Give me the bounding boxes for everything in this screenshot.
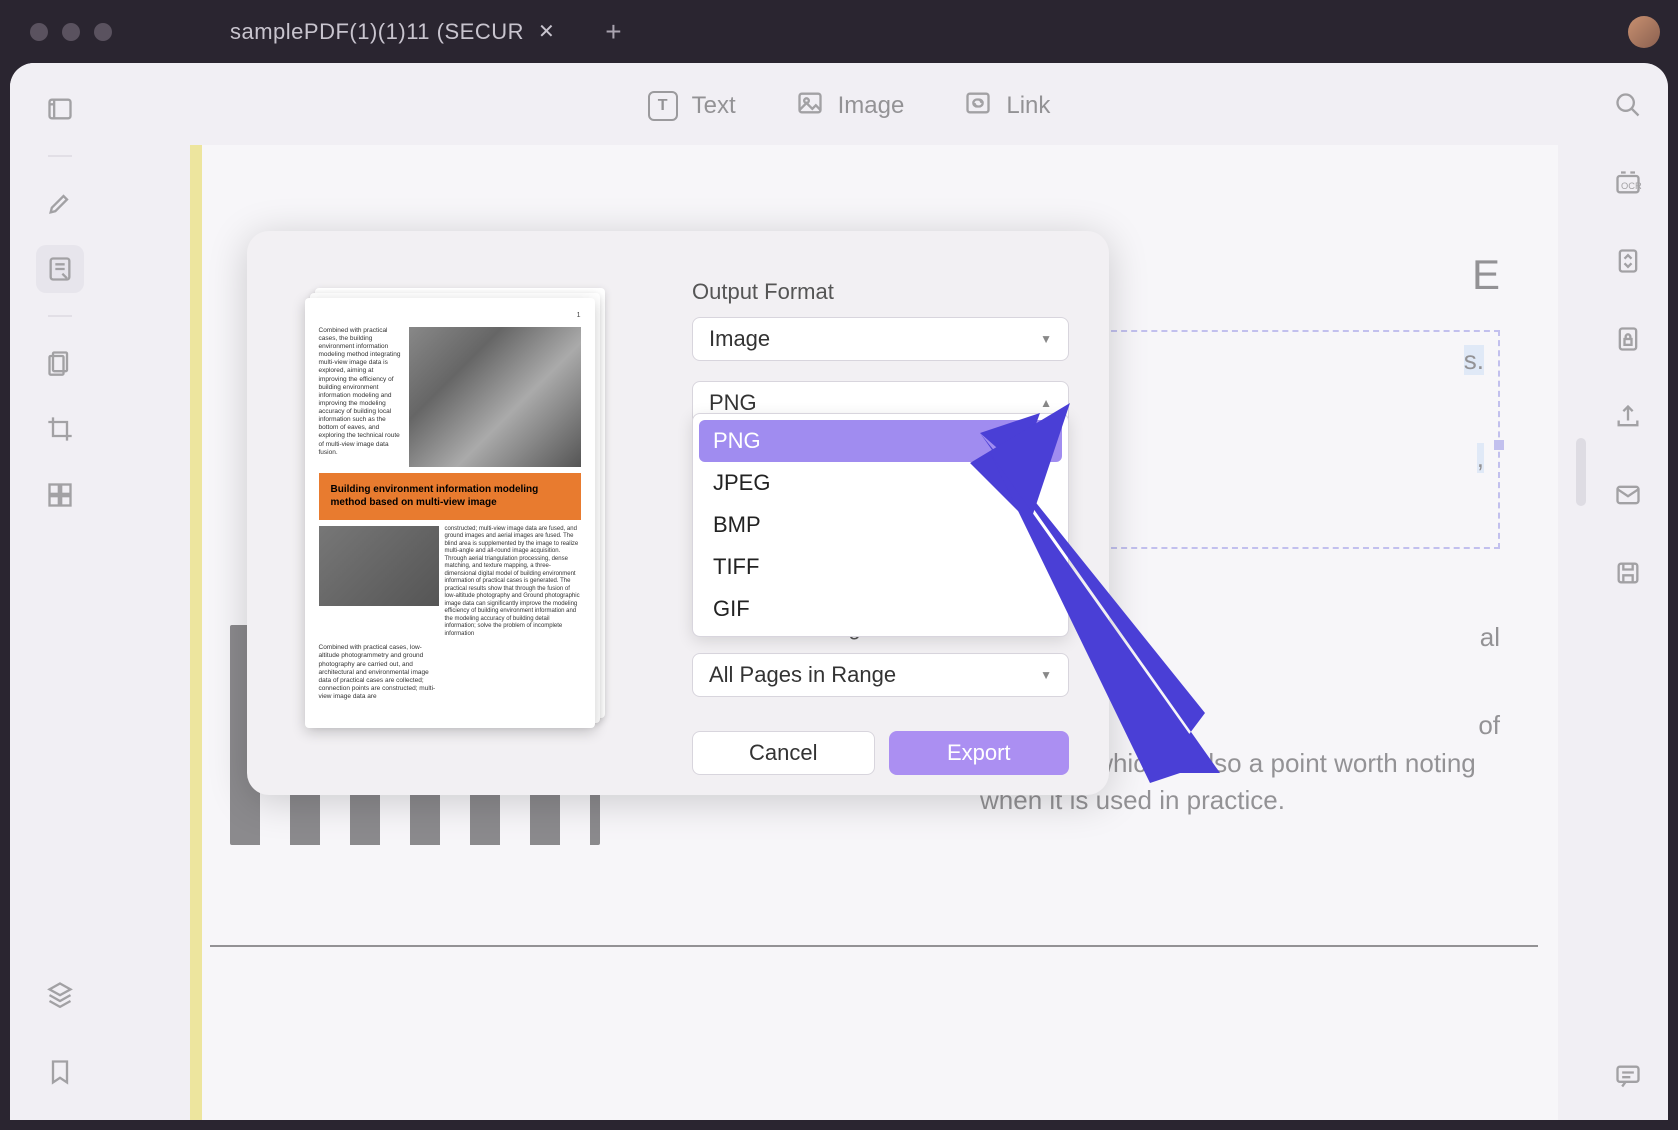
odd-even-value: All Pages in Range bbox=[709, 662, 896, 688]
preview-text-2: constructed; multi-view image data are f… bbox=[445, 526, 581, 639]
app-body: OCR T Text Image Link E s. , bbox=[10, 63, 1668, 1120]
export-dialog: 1 Combined with practical cases, the bui… bbox=[247, 231, 1109, 795]
output-format-label: Output Format bbox=[692, 279, 1069, 305]
dropdown-option-gif[interactable]: GIF bbox=[699, 588, 1062, 630]
page-preview: 1 Combined with practical cases, the bui… bbox=[305, 298, 595, 728]
new-tab-button[interactable]: + bbox=[605, 16, 621, 48]
dropdown-option-jpeg[interactable]: JPEG bbox=[699, 462, 1062, 504]
output-format-value: Image bbox=[709, 326, 770, 352]
cancel-button[interactable]: Cancel bbox=[692, 731, 875, 775]
export-preview-panel: 1 Combined with practical cases, the bui… bbox=[247, 231, 652, 795]
document-tab[interactable]: samplePDF(1)(1)11 (SECUR ✕ bbox=[212, 9, 573, 55]
preview-page-number: 1 bbox=[577, 312, 581, 321]
output-format-select[interactable]: Image ▼ bbox=[692, 317, 1069, 361]
tab-bar: samplePDF(1)(1)11 (SECUR ✕ + bbox=[212, 9, 622, 55]
tab-title: samplePDF(1)(1)11 (SECUR bbox=[230, 19, 524, 45]
dropdown-option-bmp[interactable]: BMP bbox=[699, 504, 1062, 546]
preview-image-1 bbox=[409, 327, 581, 467]
preview-text-1: Combined with practical cases, the build… bbox=[319, 327, 403, 467]
window-titlebar: samplePDF(1)(1)11 (SECUR ✕ + bbox=[0, 0, 1678, 63]
preview-image-2 bbox=[319, 526, 439, 606]
chevron-up-icon: ▲ bbox=[1040, 396, 1052, 410]
window-controls bbox=[30, 23, 112, 41]
dropdown-option-tiff[interactable]: TIFF bbox=[699, 546, 1062, 588]
export-button[interactable]: Export bbox=[889, 731, 1070, 775]
maximize-window-button[interactable] bbox=[94, 23, 112, 41]
minimize-window-button[interactable] bbox=[62, 23, 80, 41]
close-window-button[interactable] bbox=[30, 23, 48, 41]
preview-text-3: Combined with practical cases, low-altit… bbox=[319, 644, 439, 701]
chevron-down-icon: ▼ bbox=[1040, 668, 1052, 682]
close-tab-icon[interactable]: ✕ bbox=[538, 19, 555, 44]
page-preview-stack: 1 Combined with practical cases, the bui… bbox=[305, 298, 595, 728]
preview-title-block: Building environment information modelin… bbox=[319, 473, 581, 520]
dropdown-option-png[interactable]: PNG bbox=[699, 420, 1062, 462]
export-form-panel: Output Format Image ▼ PNG ▲ PNG JPEG BMP… bbox=[652, 231, 1109, 795]
chevron-down-icon: ▼ bbox=[1040, 332, 1052, 346]
user-avatar[interactable] bbox=[1628, 16, 1660, 48]
image-format-dropdown: PNG JPEG BMP TIFF GIF bbox=[692, 413, 1069, 637]
odd-even-select[interactable]: All Pages in Range ▼ bbox=[692, 653, 1069, 697]
